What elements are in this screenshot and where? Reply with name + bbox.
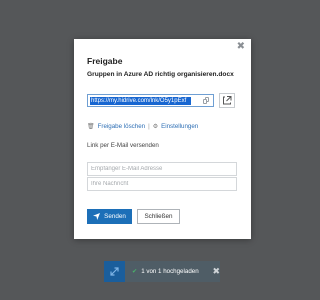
close-button-label: Schließen <box>144 213 173 220</box>
expand-icon <box>110 267 119 276</box>
file-name: Gruppen in Azure AD richtig organisieren… <box>87 71 234 78</box>
upload-status-text: 1 von 1 hochgeladen <box>141 268 199 275</box>
copy-icon[interactable] <box>203 97 209 104</box>
close-icon[interactable]: ✖ <box>237 42 245 52</box>
external-link-icon <box>223 96 232 105</box>
share-link-text[interactable]: https://my.hidrive.com/lnk/O5y1pExf <box>90 97 191 105</box>
message-input[interactable] <box>87 177 237 191</box>
email-section-label: Link per E-Mail versenden <box>87 142 159 149</box>
open-link-button[interactable] <box>219 93 235 108</box>
send-icon <box>93 212 101 220</box>
share-actions: 🗑 Freigabe löschen | ⚙ Einstellungen <box>87 123 198 130</box>
dialog-title: Freigabe <box>87 56 123 66</box>
upload-status-bar: ✔ 1 von 1 hochgeladen ✖ <box>125 261 220 282</box>
share-link-field[interactable]: https://my.hidrive.com/lnk/O5y1pExf <box>87 94 214 107</box>
gear-icon: ⚙ <box>152 124 159 130</box>
send-button-label: Senden <box>104 213 126 221</box>
settings-link[interactable]: Einstellungen <box>161 123 198 130</box>
expand-upload-button[interactable] <box>104 261 125 282</box>
recipient-email-input[interactable] <box>87 162 237 176</box>
delete-share-link[interactable]: Freigabe löschen <box>98 123 145 130</box>
share-dialog: ✖ Freigabe Gruppen in Azure AD richtig o… <box>74 39 251 239</box>
trash-icon: 🗑 <box>87 124 95 130</box>
close-button[interactable]: Schließen <box>137 209 180 224</box>
check-icon: ✔ <box>132 268 138 275</box>
separator: | <box>148 123 150 130</box>
close-icon[interactable]: ✖ <box>212 261 220 282</box>
send-button[interactable]: Senden <box>87 209 132 224</box>
